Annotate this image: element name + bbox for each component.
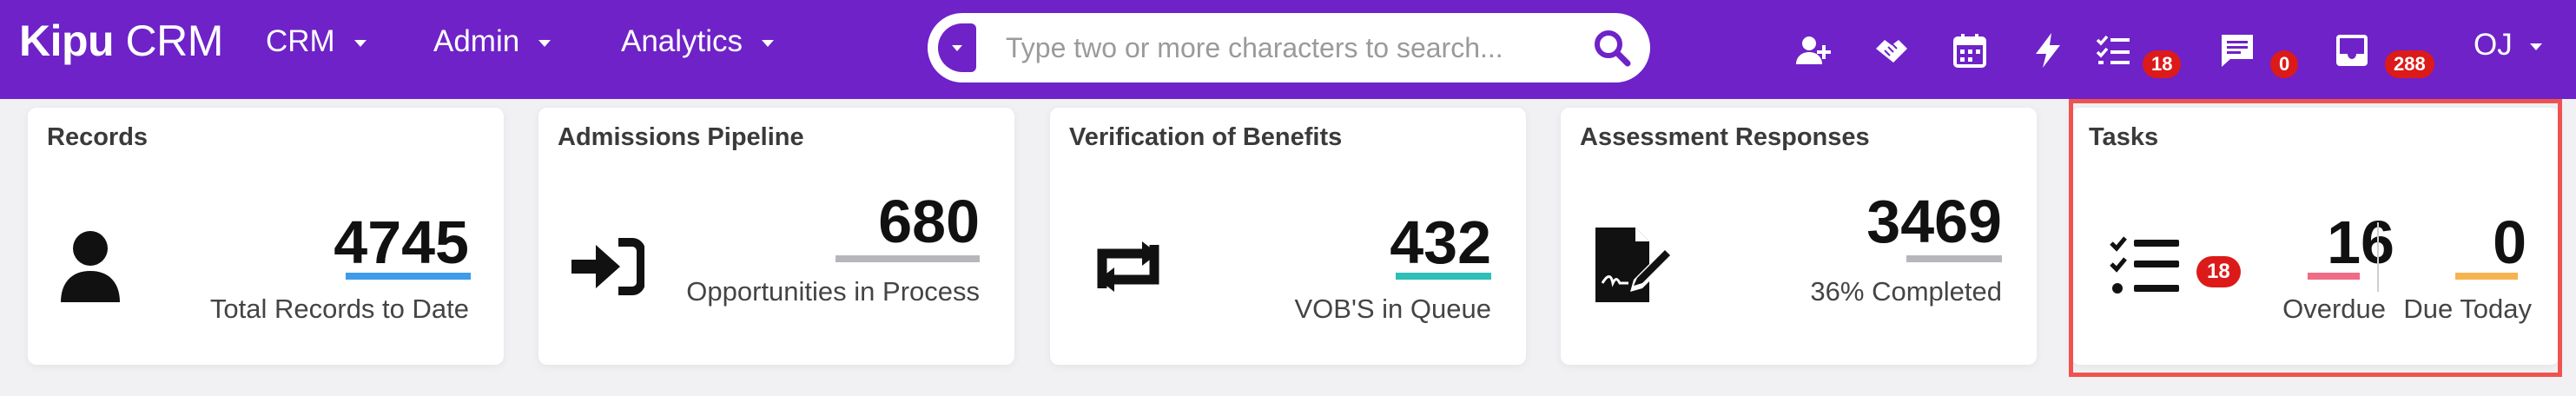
vob-label: VOB'S in Queue <box>1294 294 1492 324</box>
admissions-label: Opportunities in Process <box>686 276 980 307</box>
admissions-underline-bar <box>836 255 980 262</box>
nav-menu-analytics-label: Analytics <box>621 24 743 58</box>
user-initials: OJ <box>2474 28 2513 62</box>
logo-bold: Kipu <box>19 16 115 65</box>
chevron-down-icon <box>2529 43 2542 50</box>
calendar-icon[interactable] <box>1951 31 1989 69</box>
verification-of-benefits-card[interactable]: Verification of Benefits 432 VOB'S in Qu… <box>1050 108 1526 365</box>
nav-menu-crm[interactable]: CRM <box>266 24 367 59</box>
card-title: Admissions Pipeline <box>558 123 804 151</box>
card-title: Verification of Benefits <box>1069 123 1343 151</box>
lightning-icon[interactable] <box>2029 31 2067 69</box>
search-scope-dropdown[interactable] <box>938 23 976 72</box>
vob-underline-bar <box>1396 273 1491 280</box>
tasks-card-highlight-frame <box>2069 99 2562 377</box>
top-navbar: Kipu CRM CRM Admin Analytics 18 0 288 <box>0 0 2576 99</box>
person-icon <box>59 229 122 302</box>
inbox-icon[interactable] <box>2333 31 2371 69</box>
card-title: Records <box>47 123 149 151</box>
admissions-pipeline-card[interactable]: Admissions Pipeline 680 Opportunities in… <box>538 108 1014 365</box>
retweet-icon <box>1085 238 1172 295</box>
assessment-value: 3469 <box>1866 188 2002 255</box>
add-user-icon[interactable] <box>1794 31 1833 69</box>
chevron-down-icon <box>762 40 775 47</box>
messages-icon[interactable] <box>2218 31 2256 69</box>
messages-count-badge: 0 <box>2270 50 2299 78</box>
assessment-responses-card[interactable]: Assessment Responses 3469 36% Completed <box>1561 108 2037 365</box>
user-menu[interactable]: OJ <box>2474 28 2542 63</box>
records-underline-bar <box>346 273 471 280</box>
tasks-count-badge: 18 <box>2143 50 2182 78</box>
assessment-label: 36% Completed <box>1810 276 2002 307</box>
tasks-icon[interactable] <box>2095 31 2133 69</box>
inbox-count-badge: 288 <box>2385 50 2434 78</box>
assessment-underline-bar <box>1906 255 2002 262</box>
search-button[interactable] <box>1593 29 1631 67</box>
chevron-down-icon <box>952 44 962 51</box>
nav-menu-admin[interactable]: Admin <box>433 24 552 59</box>
sign-in-icon <box>571 238 645 295</box>
card-title: Assessment Responses <box>1580 123 1870 151</box>
file-signature-icon <box>1595 228 1679 302</box>
logo-light: CRM <box>114 16 223 65</box>
nav-menu-crm-label: CRM <box>266 24 335 58</box>
admissions-value: 680 <box>878 188 980 255</box>
chevron-down-icon <box>538 40 552 47</box>
nav-menu-analytics[interactable]: Analytics <box>621 24 775 59</box>
records-card[interactable]: Records 4745 Total Records to Date <box>28 108 504 365</box>
records-total-value: 4745 <box>334 208 469 276</box>
search-icon <box>1595 30 1631 67</box>
handshake-icon[interactable] <box>1873 31 1911 69</box>
vob-value: 432 <box>1390 208 1491 276</box>
chevron-down-icon <box>353 40 367 47</box>
nav-menu-admin-label: Admin <box>433 24 520 58</box>
global-search <box>928 13 1650 82</box>
search-input[interactable] <box>1006 29 1579 67</box>
kipu-crm-logo[interactable]: Kipu CRM <box>19 16 223 66</box>
records-total-label: Total Records to Date <box>209 294 469 324</box>
